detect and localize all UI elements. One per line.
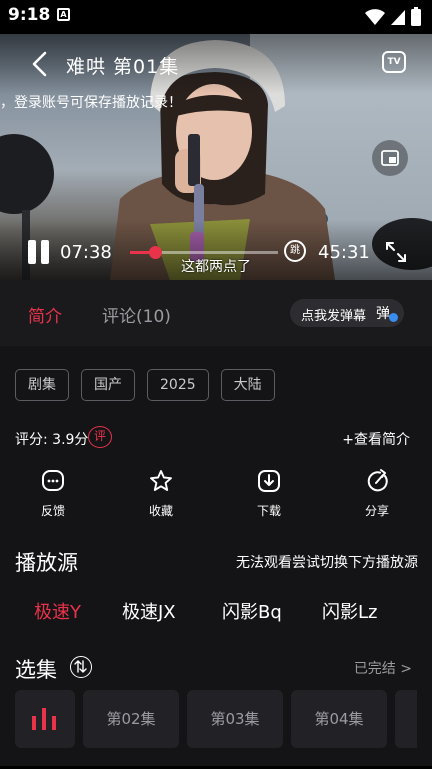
episode-item[interactable]: 第04集 — [291, 690, 387, 748]
share-button[interactable]: 分享 — [347, 468, 407, 519]
playing-bar — [52, 716, 56, 730]
source-hint: 无法观看尝试切换下方播放源 — [236, 555, 418, 571]
source-item[interactable]: 闪影Bq — [222, 598, 282, 624]
tag-category[interactable]: 剧集 — [15, 369, 69, 401]
episode-list: 第02集 第03集 第04集 第 — [15, 690, 417, 748]
progress-knob[interactable] — [148, 246, 162, 259]
playing-bar — [32, 716, 36, 730]
picture-in-picture-icon — [381, 150, 399, 166]
episode-item[interactable]: 第02集 — [83, 690, 179, 748]
episode-item[interactable]: 第03集 — [187, 690, 283, 748]
send-danmu-label: 点我发弹幕 — [301, 309, 367, 324]
skip-intro-button[interactable]: 跳 — [284, 240, 306, 262]
cast-tv-icon[interactable]: TV — [382, 51, 406, 73]
feedback-button[interactable]: 反馈 — [23, 468, 83, 519]
tag-region[interactable]: 大陆 — [220, 369, 275, 401]
back-arrow-icon[interactable] — [28, 50, 52, 78]
tag-year[interactable]: 2025 — [147, 369, 209, 401]
wifi-icon — [365, 9, 385, 25]
sort-arrows-icon — [74, 660, 87, 673]
total-time: 45:31 — [318, 242, 370, 263]
status-icons — [364, 7, 422, 27]
episode-item[interactable]: 第 — [395, 690, 417, 748]
tag-origin[interactable]: 国产 — [81, 369, 135, 401]
top-shade — [0, 34, 432, 94]
fullscreen-icon[interactable] — [384, 240, 408, 264]
action-bar: 反馈 收藏 下载 分享 — [0, 468, 432, 528]
tab-bar: 简介 评论(10) 点我发弹幕 弹 — [0, 280, 432, 346]
rating-text: 评分: 3.9分 — [15, 432, 89, 448]
video-player[interactable]: 难哄 第01集 TV ，登录账号可保存播放记录！ 这都两点了 07:38 跳 4… — [0, 34, 432, 280]
login-tip: ，登录账号可保存播放记录！ — [0, 95, 182, 111]
sort-toggle-icon[interactable] — [70, 656, 92, 678]
picture-in-picture-button[interactable] — [372, 140, 408, 176]
tab-intro[interactable]: 简介 — [28, 302, 62, 327]
share-icon — [367, 469, 388, 492]
current-time: 07:38 — [60, 242, 112, 263]
source-item[interactable]: 极速JX — [122, 598, 176, 624]
feedback-icon — [42, 470, 64, 491]
pause-icon-bar-left — [28, 240, 36, 264]
danmu-toggle-dot — [389, 313, 398, 322]
notification-icon: A — [57, 8, 70, 21]
source-item[interactable]: 闪影Lz — [322, 598, 377, 624]
favorite-label: 收藏 — [148, 504, 173, 518]
feedback-label: 反馈 — [40, 504, 65, 518]
playing-bar — [42, 708, 46, 730]
status-time: 9:18 — [8, 5, 51, 25]
signal-icon — [391, 10, 405, 25]
download-label: 下载 — [256, 504, 281, 518]
progress-bar[interactable] — [130, 246, 278, 259]
video-title: 难哄 第01集 — [66, 56, 180, 78]
rate-icon[interactable]: 评 — [88, 426, 112, 448]
download-button[interactable]: 下载 — [239, 468, 299, 519]
episode-status-link[interactable]: 已完结 > — [354, 658, 412, 678]
battery-icon — [411, 7, 421, 26]
tab-comments[interactable]: 评论(10) — [102, 302, 171, 327]
favorite-button[interactable]: 收藏 — [131, 468, 191, 519]
source-item[interactable]: 极速Y — [34, 598, 81, 624]
pause-button[interactable] — [28, 240, 50, 264]
detail-panel: 简介 评论(10) 点我发弹幕 弹 剧集 国产 2025 大陆 评分: 3.9分… — [0, 280, 432, 769]
view-intro-link[interactable]: +查看简介 — [342, 429, 410, 449]
episode-current[interactable] — [15, 690, 75, 748]
tag-list: 剧集 国产 2025 大陆 — [15, 369, 275, 401]
share-label: 分享 — [364, 504, 389, 518]
star-icon — [150, 470, 172, 491]
pause-icon-bar-right — [41, 240, 49, 264]
episode-section-title: 选集 — [15, 658, 57, 682]
send-danmu-button[interactable]: 点我发弹幕 弹 — [290, 299, 404, 327]
status-bar: 9:18 A — [0, 0, 432, 34]
source-section-title: 播放源 — [15, 551, 78, 575]
download-icon — [258, 470, 280, 492]
